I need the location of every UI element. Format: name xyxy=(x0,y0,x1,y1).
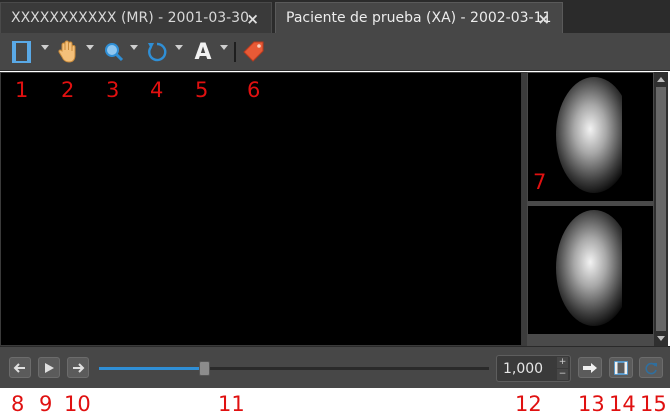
spin-down-button[interactable]: − xyxy=(557,369,568,380)
thumbnail-panel xyxy=(527,72,654,346)
forward-arrow-icon xyxy=(583,362,597,373)
pan-button[interactable] xyxy=(55,39,81,65)
layout-icon xyxy=(12,41,31,63)
frame-slider[interactable] xyxy=(99,361,489,376)
callout-number: 12 xyxy=(515,392,542,416)
layout-icon xyxy=(614,360,628,375)
text-annotation-button[interactable]: A xyxy=(190,39,216,65)
playback-bar: 1,000 + − xyxy=(0,346,670,388)
fit-layout-button[interactable] xyxy=(609,357,633,378)
rotate-button[interactable] xyxy=(144,39,170,65)
tab-label: Paciente de prueba (XA) - 2002-03-11 xyxy=(286,10,552,26)
spinbox-value[interactable]: 1,000 xyxy=(503,361,543,377)
tag-icon xyxy=(243,41,264,62)
callout-number: 8 xyxy=(11,392,25,416)
tag-button[interactable] xyxy=(242,39,268,65)
callout-number: 7 xyxy=(533,170,547,194)
close-icon[interactable]: × xyxy=(246,10,259,28)
pan-hand-icon xyxy=(58,40,76,63)
scroll-up-icon[interactable] xyxy=(657,77,665,82)
callout-number: 10 xyxy=(64,392,91,416)
chevron-down-icon[interactable] xyxy=(130,45,138,50)
xray-image xyxy=(556,73,653,201)
series-thumbnail[interactable] xyxy=(528,206,653,334)
arrow-left-icon xyxy=(13,362,25,373)
refresh-icon xyxy=(645,362,657,374)
zoom-button[interactable] xyxy=(101,39,127,65)
close-icon[interactable]: × xyxy=(537,10,550,28)
scroll-down-icon[interactable] xyxy=(657,336,665,341)
spin-up-button[interactable]: + xyxy=(557,357,568,368)
zoom-icon xyxy=(105,43,124,62)
tab-label: XXXXXXXXXXX (MR) - 2001-03-30 xyxy=(11,10,249,26)
chevron-down-icon[interactable] xyxy=(175,45,183,50)
next-frame-button[interactable] xyxy=(67,357,89,378)
layout-button[interactable] xyxy=(9,39,35,65)
tab-study-xa[interactable]: Paciente de prueba (XA) - 2002-03-11 × xyxy=(275,2,563,33)
scrollbar-thumb[interactable] xyxy=(656,87,666,331)
thumbnail-scrollbar[interactable] xyxy=(654,72,668,346)
arrow-right-icon xyxy=(73,362,85,373)
callout-number: 13 xyxy=(578,392,605,416)
callout-number: 2 xyxy=(61,78,75,102)
callout-number: 14 xyxy=(609,392,636,416)
callout-number: 1 xyxy=(15,78,29,102)
chevron-down-icon[interactable] xyxy=(86,45,94,50)
tab-study-mr[interactable]: XXXXXXXXXXX (MR) - 2001-03-30 × xyxy=(0,2,272,33)
slider-fill xyxy=(99,367,205,370)
callout-number: 15 xyxy=(640,392,667,416)
slider-handle[interactable] xyxy=(199,361,211,376)
chevron-down-icon[interactable] xyxy=(220,45,228,50)
loop-button[interactable] xyxy=(639,357,663,378)
series-thumbnail[interactable] xyxy=(528,73,653,201)
image-viewport[interactable] xyxy=(0,72,522,346)
callout-number: 3 xyxy=(106,78,120,102)
callout-number: 6 xyxy=(247,78,261,102)
callout-number: 11 xyxy=(218,392,245,416)
rotate-icon xyxy=(148,42,167,62)
play-button[interactable] xyxy=(38,357,60,378)
play-icon xyxy=(45,362,54,373)
previous-frame-button[interactable] xyxy=(9,357,31,378)
sync-button[interactable] xyxy=(578,357,602,378)
frame-rate-spinbox[interactable]: 1,000 + − xyxy=(496,355,571,382)
callout-number: 5 xyxy=(195,78,209,102)
callout-number: 9 xyxy=(39,392,53,416)
tab-bar: XXXXXXXXXXX (MR) - 2001-03-30 × Paciente… xyxy=(0,0,670,33)
chevron-down-icon[interactable] xyxy=(41,45,49,50)
toolbar-separator xyxy=(234,42,236,62)
callout-number: 4 xyxy=(150,78,164,102)
annotation-text-icon: A xyxy=(194,39,212,65)
dicom-viewer-app: XXXXXXXXXXX (MR) - 2001-03-30 × Paciente… xyxy=(0,0,670,418)
toolbar: A xyxy=(0,33,670,71)
xray-image xyxy=(556,206,653,334)
